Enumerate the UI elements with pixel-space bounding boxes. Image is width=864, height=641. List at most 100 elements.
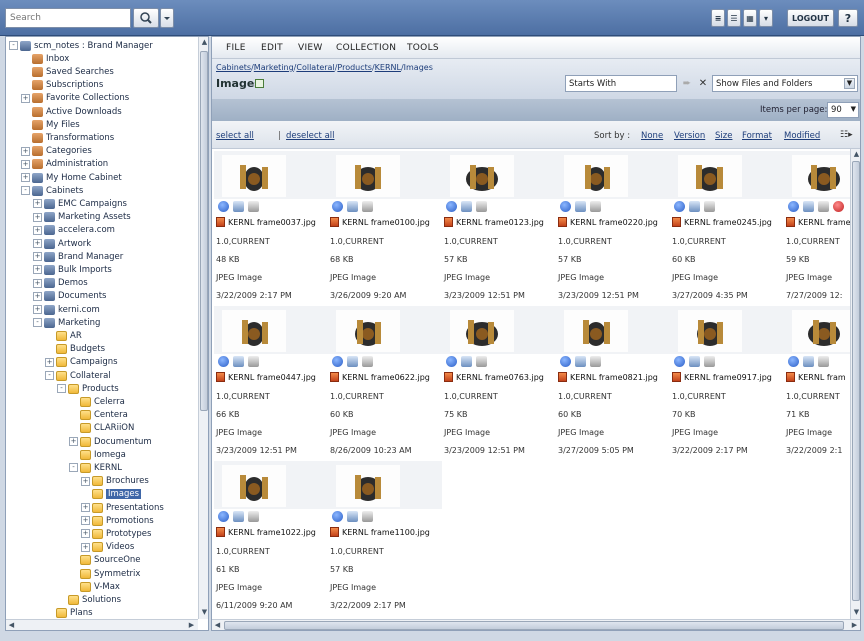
actions-icon[interactable] bbox=[476, 201, 487, 212]
help-button[interactable]: ? bbox=[838, 9, 858, 27]
properties-icon[interactable] bbox=[689, 356, 700, 367]
tree-scroll-thumb[interactable] bbox=[200, 51, 208, 411]
expand-icon[interactable]: + bbox=[81, 516, 90, 526]
expand-icon[interactable]: + bbox=[21, 159, 30, 169]
file-card[interactable]: KERNL frame 1.0,CURRENT 59 KB JPEG Image 7/2… bbox=[784, 151, 850, 306]
properties-icon[interactable] bbox=[803, 356, 814, 367]
expand-icon[interactable]: + bbox=[33, 225, 42, 235]
expand-icon[interactable]: + bbox=[81, 529, 90, 539]
file-name[interactable]: KERNL frame0763.jpg bbox=[444, 372, 556, 382]
thumbnail-image[interactable] bbox=[792, 310, 850, 352]
logout-button[interactable]: LOGOUT bbox=[787, 9, 834, 27]
info-icon[interactable] bbox=[560, 356, 571, 367]
expand-icon[interactable]: + bbox=[33, 239, 42, 248]
grid-horizontal-scrollbar[interactable]: ◀ ▶ bbox=[212, 619, 860, 630]
info-icon[interactable] bbox=[446, 356, 457, 367]
tree-item[interactable]: Active Downloads bbox=[21, 105, 122, 118]
file-name[interactable]: KERNL frame bbox=[786, 217, 850, 227]
properties-icon[interactable] bbox=[461, 201, 472, 212]
tree-item[interactable]: + Prototypes bbox=[81, 527, 151, 540]
expand-icon[interactable]: + bbox=[81, 503, 90, 512]
actions-icon[interactable] bbox=[818, 356, 829, 367]
properties-icon[interactable] bbox=[347, 511, 358, 522]
view-options-dropdown[interactable]: ▾ bbox=[759, 9, 773, 27]
collapse-icon[interactable]: - bbox=[33, 318, 42, 328]
actions-icon[interactable] bbox=[362, 356, 373, 367]
tree-item[interactable]: Budgets bbox=[45, 343, 105, 356]
file-card[interactable]: KERNL frame0622.jpg 1.0,CURRENT 60 KB JPEG … bbox=[328, 306, 442, 461]
info-icon[interactable] bbox=[218, 356, 229, 367]
thumbnail-image[interactable] bbox=[564, 310, 628, 352]
tree-item[interactable]: CLARiiON bbox=[69, 422, 134, 435]
menu-edit[interactable]: EDIT bbox=[261, 43, 283, 53]
tree-item[interactable]: + Administration bbox=[21, 158, 108, 171]
expand-icon[interactable]: + bbox=[21, 146, 30, 156]
scroll-down-arrow[interactable]: ▼ bbox=[851, 607, 860, 618]
thumbnail-image[interactable] bbox=[678, 310, 742, 352]
actions-icon[interactable] bbox=[704, 201, 715, 212]
tree-item[interactable]: My Files bbox=[21, 118, 80, 131]
tree-item[interactable]: AR bbox=[45, 329, 82, 342]
file-card[interactable]: KERNL frame0123.jpg 1.0,CURRENT 57 KB JPEG … bbox=[442, 151, 556, 306]
tree-item[interactable]: + kerni.com bbox=[33, 303, 100, 316]
file-name[interactable]: KERNL frame0245.jpg bbox=[672, 217, 784, 227]
thumbnail-image[interactable] bbox=[222, 155, 286, 197]
sort-format-link[interactable]: Format bbox=[742, 131, 772, 141]
deselect-all-link[interactable]: deselect all bbox=[286, 131, 335, 141]
info-icon[interactable] bbox=[674, 356, 685, 367]
expand-icon[interactable]: + bbox=[69, 437, 78, 446]
actions-icon[interactable] bbox=[590, 356, 601, 367]
properties-icon[interactable] bbox=[461, 356, 472, 367]
tree-item[interactable]: + Campaigns bbox=[45, 356, 118, 369]
tree-item[interactable]: + Promotions bbox=[81, 514, 154, 527]
tree-item[interactable]: SourceOne bbox=[69, 554, 141, 567]
actions-icon[interactable] bbox=[704, 356, 715, 367]
sort-modified-link[interactable]: Modified bbox=[784, 131, 820, 141]
filter-go-button[interactable]: ➨ bbox=[680, 75, 694, 92]
actions-icon[interactable] bbox=[818, 201, 829, 212]
file-card[interactable]: KERNL frame0100.jpg 1.0,CURRENT 68 KB JPEG … bbox=[328, 151, 442, 306]
file-name[interactable]: KERNL frame0447.jpg bbox=[216, 372, 328, 382]
tree-item[interactable]: - Marketing bbox=[33, 316, 100, 329]
tree-item[interactable]: + Documents bbox=[33, 290, 106, 303]
tree-item[interactable]: + Bulk Imports bbox=[33, 263, 112, 276]
thumbnail-image[interactable] bbox=[336, 465, 400, 507]
file-card[interactable]: KERNL frame1100.jpg 1.0,CURRENT 57 KB JPEG … bbox=[328, 461, 442, 616]
select-all-link[interactable]: select all bbox=[216, 131, 254, 141]
scroll-left-arrow[interactable]: ◀ bbox=[6, 620, 17, 630]
breadcrumb-marketing[interactable]: Marketing bbox=[254, 63, 294, 72]
tree-item[interactable]: Inbox bbox=[21, 52, 69, 65]
tree-item[interactable]: Subscriptions bbox=[21, 79, 103, 92]
file-card[interactable]: KERNL frame0220.jpg 1.0,CURRENT 57 KB JPEG … bbox=[556, 151, 670, 306]
expand-icon[interactable]: + bbox=[21, 173, 30, 182]
tree-item[interactable]: + Videos bbox=[81, 541, 134, 554]
info-icon[interactable] bbox=[446, 201, 457, 212]
thumbnail-image[interactable] bbox=[678, 155, 742, 197]
collapse-icon[interactable]: - bbox=[9, 41, 18, 50]
tree-horizontal-scrollbar[interactable]: ◀ ▶ bbox=[6, 619, 198, 630]
tree-item[interactable]: + My Home Cabinet bbox=[21, 171, 122, 184]
actions-icon[interactable] bbox=[476, 356, 487, 367]
file-name[interactable]: KERNL fram bbox=[786, 372, 850, 382]
actions-icon[interactable] bbox=[248, 201, 259, 212]
file-card[interactable]: KERNL frame0037.jpg 1.0,CURRENT 48 KB JPEG … bbox=[214, 151, 328, 306]
expand-icon[interactable]: + bbox=[45, 357, 54, 367]
expand-icon[interactable]: + bbox=[33, 199, 42, 209]
file-name[interactable]: KERNL frame0622.jpg bbox=[330, 372, 442, 382]
expand-icon[interactable]: + bbox=[33, 305, 42, 314]
tree-item[interactable]: - Products bbox=[57, 382, 119, 395]
tree-item[interactable]: + Artwork bbox=[33, 237, 91, 250]
column-chooser-icon[interactable]: ☷▸ bbox=[840, 130, 856, 140]
tree-item[interactable]: V-Max bbox=[69, 580, 120, 593]
info-icon[interactable] bbox=[674, 201, 685, 212]
file-name[interactable]: KERNL frame1100.jpg bbox=[330, 527, 442, 537]
sort-none-link[interactable]: None bbox=[641, 131, 663, 141]
tree-item[interactable]: + Favorite Collections bbox=[21, 92, 129, 105]
collapse-icon[interactable]: - bbox=[21, 186, 30, 196]
tree-item[interactable]: Transformations bbox=[21, 131, 114, 144]
menu-file[interactable]: FILE bbox=[226, 43, 246, 53]
tree-item[interactable]: Iomega bbox=[69, 448, 126, 461]
scroll-right-arrow[interactable]: ▶ bbox=[186, 620, 197, 630]
file-name[interactable]: KERNL frame1022.jpg bbox=[216, 527, 328, 537]
properties-icon[interactable] bbox=[689, 201, 700, 212]
